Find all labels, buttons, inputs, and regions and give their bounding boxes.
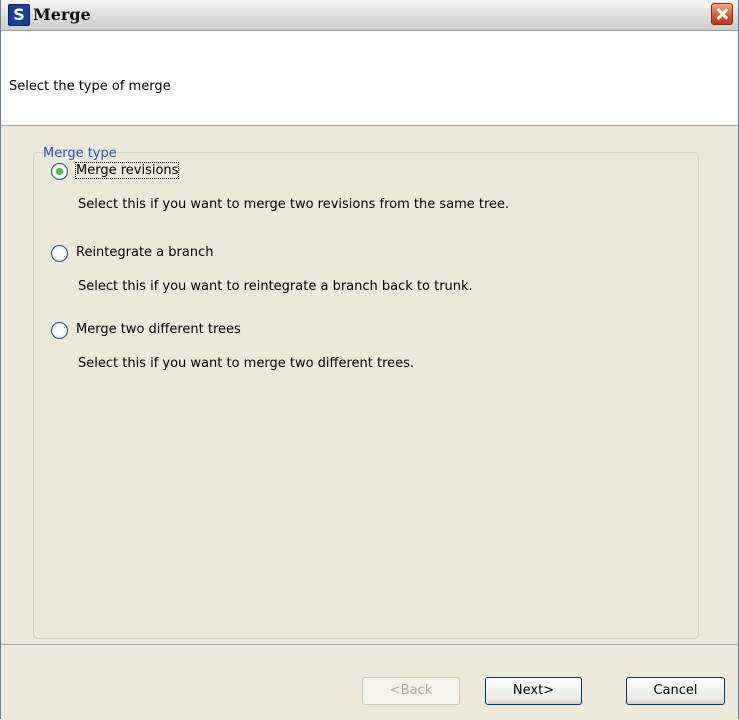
reintegrate-branch-label[interactable]: Reintegrate a branch	[76, 245, 213, 260]
title-bar[interactable]: S Merge	[1, 0, 738, 31]
header-text: Select the type of merge	[9, 79, 171, 94]
reintegrate-branch-radio[interactable]	[51, 245, 68, 262]
button-bar: <Back Next> Cancel	[1, 644, 738, 720]
merge-revisions-description: Select this if you want to merge two rev…	[78, 197, 510, 212]
back-button[interactable]: <Back	[362, 677, 460, 705]
merge-type-legend: Merge type	[42, 146, 118, 161]
merge-type-group	[33, 152, 699, 639]
cancel-button[interactable]: Cancel	[626, 677, 725, 705]
reintegrate-branch-description: Select this if you want to reintegrate a…	[78, 279, 473, 294]
merge-revisions-label[interactable]: Merge revisions	[74, 162, 180, 179]
merge-dialog: S Merge Select the type of merge Merge t…	[0, 0, 739, 720]
app-icon: S	[8, 4, 30, 26]
next-button[interactable]: Next>	[485, 677, 582, 705]
content-panel: Merge type Merge revisions Select this i…	[1, 126, 738, 644]
merge-two-trees-radio[interactable]	[51, 322, 68, 339]
close-icon[interactable]	[711, 3, 733, 25]
merge-two-trees-label[interactable]: Merge two different trees	[76, 322, 241, 337]
merge-two-trees-description: Select this if you want to merge two dif…	[78, 356, 415, 371]
merge-revisions-radio[interactable]	[51, 163, 68, 180]
window-title: Merge	[33, 5, 91, 24]
header-panel: Select the type of merge	[1, 31, 738, 126]
